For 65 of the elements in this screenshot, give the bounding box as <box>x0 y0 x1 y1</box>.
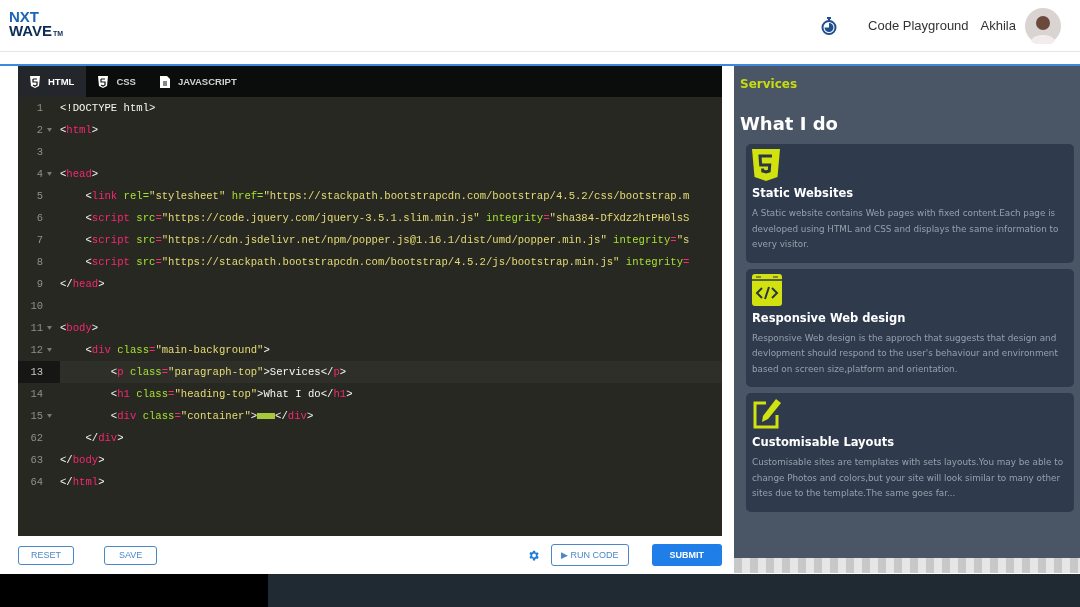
edit-icon <box>752 398 782 430</box>
editor-tab[interactable]: CSS <box>86 66 148 97</box>
line-number: 7 <box>36 234 43 246</box>
fold-icon[interactable] <box>47 348 52 352</box>
card-text: Customisable sites are templates with sets layouts.You may be able to change Photos and colors,but your site will look similar to many other sites due to the template.The same goes far... <box>752 456 1065 500</box>
code-line: <div class="main-background"> <box>84 344 270 356</box>
code-line: <head> <box>60 168 99 180</box>
nav-link[interactable]: Code Playground <box>868 18 969 33</box>
reset-button[interactable]: RESET <box>18 545 74 565</box>
card-text: A Static website contains Web pages with fixed content.Each page is developed using HTML and CSS and displays the same information to every visitor. <box>752 207 1060 251</box>
shield-icon <box>30 75 40 88</box>
code-line: <html> <box>60 124 99 136</box>
line-number: 1 <box>36 102 43 114</box>
fold-icon[interactable] <box>47 172 52 176</box>
line-number: 3 <box>36 146 43 158</box>
kicker-text: Services <box>740 77 799 91</box>
code-line: <div class="container"> </div> <box>109 410 314 422</box>
card-title: Responsive Web design <box>752 310 907 325</box>
line-number: 13 <box>30 366 43 378</box>
code-line: <script src="https://code.jquery.com/jquery-3.5.1.slim.min.js" integrity="sha384-DfXdz2htPH0lsS <box>84 212 690 224</box>
line-number: 63 <box>30 454 43 466</box>
line-number: 15 <box>30 410 43 422</box>
fold-icon[interactable] <box>47 414 52 418</box>
avatar[interactable] <box>1025 7 1061 44</box>
code-line: <p class="paragraph-top">Services</p> <box>109 366 347 378</box>
line-number: 64 <box>30 476 43 488</box>
code-line: </html> <box>60 476 105 488</box>
user-name: Akhila <box>980 18 1016 33</box>
settings-icon[interactable] <box>527 548 540 562</box>
code-line: </div> <box>84 432 124 444</box>
code-line: <h1 class="heading-top">What I do</h1> <box>109 388 353 400</box>
shield-icon <box>98 75 109 88</box>
line-number: 10 <box>30 300 43 312</box>
line-number: 5 <box>36 190 43 202</box>
code-line: <!DOCTYPE html> <box>60 102 156 114</box>
fold-icon[interactable] <box>47 326 52 330</box>
card-title: Customisable Layouts <box>752 435 896 449</box>
code-window-icon <box>752 273 782 306</box>
code-line: <body> <box>60 322 99 334</box>
preview-heading: What I do <box>740 113 839 134</box>
line-number: 9 <box>36 278 43 290</box>
code-line: <link rel="stylesheet" href="https://stackpath.bootstrapcdn.com/bootstrap/4.5.2/css/bootstrap.m <box>84 190 690 202</box>
line-number: 14 <box>30 388 43 400</box>
save-button[interactable]: SAVE <box>104 545 158 565</box>
html5-icon <box>752 149 780 181</box>
line-number: 4 <box>36 168 43 180</box>
code-line: </body> <box>60 454 105 466</box>
card-text: Responsive Web design is the approch that suggests that design and devlopment should respond to the user's behaviour and environment based on screen size,platform and orientation. <box>752 331 1059 376</box>
line-number: 12 <box>30 344 43 356</box>
run-code-button[interactable]: ▶ RUN CODE <box>551 544 629 566</box>
editor-tab[interactable]: HTML <box>18 66 87 97</box>
line-number: 11 <box>30 322 43 334</box>
card-title: Static Websites <box>752 186 855 200</box>
line-number: 8 <box>36 256 43 268</box>
code-line: <script src="https://stackpath.bootstrapcdn.com/bootstrap/4.5.2/js/bootstrap.min.js" integrity= <box>84 256 690 268</box>
code-line: <script src="https://cdn.jsdelivr.net/npm/popper.js@1.16.1/dist/umd/popper.min.js" integrity="s <box>84 234 690 246</box>
code-line: </head> <box>60 278 105 290</box>
submit-button[interactable]: SUBMIT <box>651 544 722 566</box>
line-number: 2 <box>36 124 43 136</box>
fold-icon[interactable] <box>47 128 52 132</box>
editor-tab[interactable]: JAVASCRIPT <box>147 66 249 97</box>
file-icon <box>159 75 170 88</box>
line-number: 6 <box>36 212 43 224</box>
stopwatch-icon[interactable] <box>820 15 839 36</box>
line-number: 62 <box>30 432 43 444</box>
